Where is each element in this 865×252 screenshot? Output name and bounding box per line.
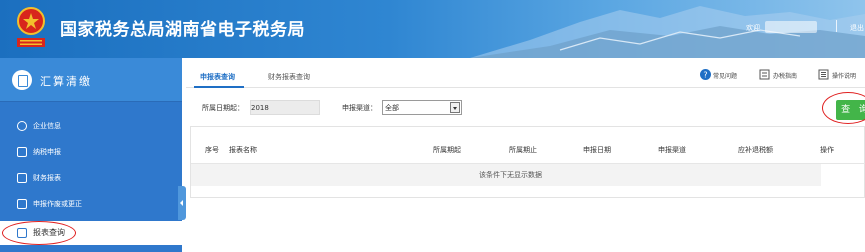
- sidebar-header: 汇算清缴: [0, 58, 182, 102]
- header-divider: [836, 20, 837, 32]
- chevron-down-icon[interactable]: [450, 102, 460, 113]
- column-header: 序号: [205, 146, 219, 154]
- period-label: 所属日期起：: [202, 104, 244, 112]
- sidebar-item-tax-declaration[interactable]: 纳税申报: [0, 140, 182, 164]
- tax-bureau-emblem-logo: [17, 7, 45, 47]
- column-header: 申报日期: [583, 146, 611, 154]
- declare-icon: [17, 147, 27, 157]
- column-header: 所属期止: [509, 146, 537, 154]
- document-icon: [12, 70, 32, 90]
- column-header: 报表名称: [229, 146, 257, 154]
- sidebar-item-correction[interactable]: 申报作废或更正: [0, 192, 182, 216]
- results-table: 序号 报表名称 所属期起 所属期止 申报日期 申报渠道 应补退税额 操作 该条件…: [190, 126, 865, 198]
- column-header: 操作: [820, 146, 834, 154]
- column-header: 所属期起: [433, 146, 461, 154]
- report-icon: [17, 173, 27, 183]
- main-content: 申报表查询 财务报表查询 ? 常见问题 办税指南 操作说明 所属日期起： 201…: [186, 58, 865, 252]
- empty-state-message: 该条件下无显示数据: [479, 171, 542, 179]
- column-header: 申报渠道: [658, 146, 686, 154]
- username-redacted: [765, 21, 817, 33]
- guide-link[interactable]: 办税指南: [773, 71, 797, 80]
- sidebar-item-company-info[interactable]: 企业信息: [0, 114, 182, 138]
- tab-declaration-query[interactable]: 申报表查询: [200, 72, 235, 82]
- period-start-input[interactable]: 2018: [250, 100, 320, 115]
- red-circle-annotation: [822, 92, 865, 124]
- tab-bar: 申报表查询 财务报表查询 ? 常见问题 办税指南 操作说明: [186, 66, 865, 88]
- channel-label: 申报渠道：: [342, 104, 377, 112]
- period-start-value: 2018: [251, 104, 269, 112]
- sidebar-item-label: 申报作废或更正: [33, 200, 82, 208]
- red-circle-annotation: [2, 221, 76, 245]
- active-tab-indicator: [194, 86, 244, 88]
- sidebar-item-label: 企业信息: [33, 122, 61, 130]
- channel-select-value: 全部: [385, 104, 399, 112]
- logout-link[interactable]: 退出: [850, 23, 864, 33]
- sidebar-item-financial-report[interactable]: 财务报表: [0, 166, 182, 190]
- sidebar-item-label: 财务报表: [33, 174, 61, 182]
- site-title: 国家税务总局湖南省电子税务局: [60, 20, 305, 40]
- sidebar-collapse-handle[interactable]: [178, 186, 186, 220]
- filter-row: 所属日期起： 2018 申报渠道： 全部: [186, 98, 865, 118]
- table-header-row: 序号 报表名称 所属期起 所属期止 申报日期 申报渠道 应补退税额 操作: [191, 141, 865, 159]
- header-banner: 国家税务总局湖南省电子税务局 欢迎 退出: [0, 0, 865, 58]
- svg-text:?: ?: [703, 71, 707, 80]
- manual-link[interactable]: 操作说明: [832, 71, 856, 80]
- manual-icon: [818, 69, 829, 80]
- tab-financial-report-query[interactable]: 财务报表查询: [268, 72, 310, 82]
- channel-select[interactable]: 全部: [382, 100, 462, 115]
- empty-state-row: 该条件下无显示数据: [191, 164, 821, 186]
- correction-icon: [17, 199, 27, 209]
- faq-link[interactable]: 常见问题: [713, 71, 737, 80]
- sidebar-title: 汇算清缴: [40, 75, 92, 88]
- help-icon: ?: [700, 69, 711, 80]
- column-header: 应补退税额: [738, 146, 773, 154]
- sidebar-item-label: 纳税申报: [33, 148, 61, 156]
- guide-book-icon: [759, 69, 770, 80]
- info-icon: [17, 121, 27, 131]
- page: 国家税务总局湖南省电子税务局 欢迎 退出 汇算清缴 企业信息 纳税申报 财务报表…: [0, 0, 865, 252]
- welcome-text: 欢迎: [746, 24, 760, 32]
